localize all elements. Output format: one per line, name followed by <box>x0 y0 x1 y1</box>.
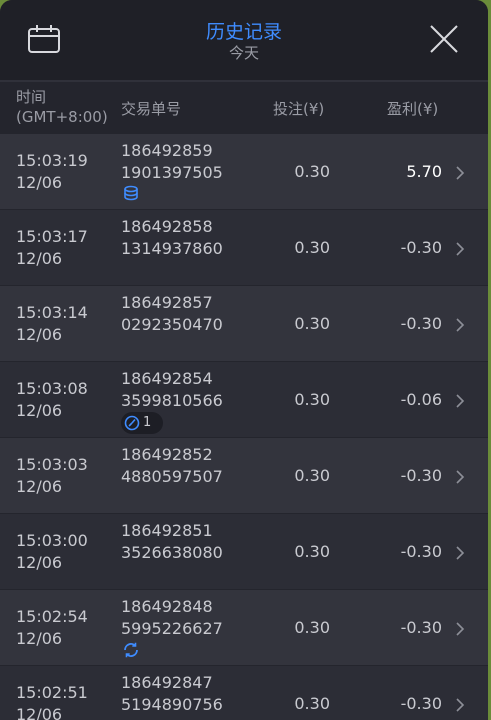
chevron-right-icon <box>456 394 465 408</box>
row-time-value: 15:03:00 <box>16 531 88 550</box>
gauge-icon <box>124 415 140 431</box>
badge-count: 1 <box>143 415 152 430</box>
row-order-id: 186492857 <box>121 293 213 312</box>
chevron-right-icon <box>456 470 465 484</box>
chevron-right-icon <box>456 546 465 560</box>
row-date-value: 12/06 <box>16 401 63 420</box>
row-order: 186492851 3526638080 <box>121 520 223 564</box>
row-time-value: 15:03:08 <box>16 379 88 398</box>
row-bet: 0.30 <box>294 694 330 713</box>
row-bet: 0.30 <box>294 466 330 485</box>
row-order-id: 186492847 <box>121 673 213 692</box>
row-order: 186492852 4880597507 <box>121 444 223 488</box>
page-title: 历史记录 <box>205 21 282 43</box>
row-order-sub: 3599810566 <box>121 391 223 410</box>
row-order: 186492857 0292350470 <box>121 292 223 336</box>
row-date-value: 12/06 <box>16 553 63 572</box>
row-time: 15:03:00 12/06 <box>16 530 88 574</box>
history-panel: 历史记录 今天 时间 (GMT+8:00) 交易单号 投注(¥) 盈利(¥) 1… <box>0 0 488 720</box>
chevron-right-icon <box>456 242 465 256</box>
row-date-value: 12/06 <box>16 249 63 268</box>
chevron-right-icon <box>456 698 465 712</box>
row-date-value: 12/06 <box>16 705 63 720</box>
row-date-value: 12/06 <box>16 325 63 344</box>
row-time: 15:03:03 12/06 <box>16 454 88 498</box>
header: 历史记录 今天 <box>0 0 488 80</box>
history-row[interactable]: 15:03:00 12/06 186492851 3526638080 0.30… <box>0 514 488 590</box>
row-order: 186492854 3599810566 <box>121 368 223 412</box>
row-bet: 0.30 <box>294 542 330 561</box>
row-time-value: 15:03:17 <box>16 227 88 246</box>
row-time-value: 15:03:19 <box>16 151 88 170</box>
row-bet: 0.30 <box>294 618 330 637</box>
row-profit: -0.30 <box>400 694 442 713</box>
row-time-value: 15:02:51 <box>16 683 88 702</box>
chevron-right-icon <box>456 622 465 636</box>
row-order-sub: 0292350470 <box>121 315 223 334</box>
row-bet: 0.30 <box>294 314 330 333</box>
column-time-zone: (GMT+8:00) <box>16 108 108 126</box>
column-order: 交易单号 <box>121 100 182 118</box>
row-order-id: 186492859 <box>121 141 213 160</box>
history-row[interactable]: 15:02:51 12/06 186492847 5194890756 0.30… <box>0 666 488 720</box>
chevron-right-icon <box>456 166 465 180</box>
column-profit: 盈利(¥) <box>387 100 439 118</box>
history-row[interactable]: 15:02:54 12/06 186492848 5995226627 0.30… <box>0 590 488 666</box>
row-order: 186492847 5194890756 <box>121 672 223 716</box>
history-list: 15:03:19 12/06 186492859 1901397505 0.30… <box>0 134 488 720</box>
row-time: 15:03:17 12/06 <box>16 226 88 270</box>
row-order-sub: 1314937860 <box>121 239 223 258</box>
row-order-sub: 3526638080 <box>121 543 223 562</box>
row-time-value: 15:03:03 <box>16 455 88 474</box>
row-order-sub: 4880597507 <box>121 467 223 486</box>
row-date-value: 12/06 <box>16 629 63 648</box>
history-row[interactable]: 15:03:14 12/06 186492857 0292350470 0.30… <box>0 286 488 362</box>
row-profit: 5.70 <box>406 162 442 181</box>
column-time-label: 时间 <box>16 88 47 106</box>
row-bet: 0.30 <box>294 238 330 257</box>
row-time-value: 15:02:54 <box>16 607 88 626</box>
row-order: 186492858 1314937860 <box>121 216 223 260</box>
feature-badge: 1 <box>121 412 163 434</box>
row-order-id: 186492858 <box>121 217 213 236</box>
refresh-icon <box>124 642 138 658</box>
history-row[interactable]: 15:03:19 12/06 186492859 1901397505 0.30… <box>0 134 488 210</box>
row-date-value: 12/06 <box>16 477 63 496</box>
chevron-right-icon <box>456 318 465 332</box>
column-time: 时间 (GMT+8:00) <box>16 87 126 127</box>
history-row[interactable]: 15:03:08 12/06 186492854 3599810566 1 0.… <box>0 362 488 438</box>
column-bet: 投注(¥) <box>273 100 325 118</box>
row-order-id: 186492851 <box>121 521 213 540</box>
coins-icon <box>124 185 138 201</box>
row-order-sub: 1901397505 <box>121 163 223 182</box>
close-icon[interactable] <box>429 24 459 54</box>
row-time: 15:03:08 12/06 <box>16 378 88 422</box>
row-time: 15:03:19 12/06 <box>16 150 88 194</box>
column-header: 时间 (GMT+8:00) 交易单号 投注(¥) 盈利(¥) <box>0 80 488 134</box>
row-profit: -0.30 <box>400 466 442 485</box>
history-row[interactable]: 15:03:03 12/06 186492852 4880597507 0.30… <box>0 438 488 514</box>
row-order: 186492848 5995226627 <box>121 596 223 640</box>
row-time-value: 15:03:14 <box>16 303 88 322</box>
row-time: 15:03:14 12/06 <box>16 302 88 346</box>
row-order-id: 186492852 <box>121 445 213 464</box>
row-profit: -0.30 <box>400 618 442 637</box>
row-time: 15:02:51 12/06 <box>16 682 88 720</box>
history-row[interactable]: 15:03:17 12/06 186492858 1314937860 0.30… <box>0 210 488 286</box>
row-bet: 0.30 <box>294 162 330 181</box>
row-profit: -0.30 <box>400 542 442 561</box>
row-order: 186492859 1901397505 <box>121 140 223 184</box>
row-order-id: 186492854 <box>121 369 213 388</box>
row-profit: -0.30 <box>400 314 442 333</box>
row-time: 15:02:54 12/06 <box>16 606 88 650</box>
page-subtitle: 今天 <box>228 44 259 62</box>
row-profit: -0.06 <box>400 390 442 409</box>
row-order-sub: 5995226627 <box>121 619 223 638</box>
row-order-sub: 5194890756 <box>121 695 223 714</box>
row-profit: -0.30 <box>400 238 442 257</box>
row-date-value: 12/06 <box>16 173 63 192</box>
row-order-id: 186492848 <box>121 597 213 616</box>
row-bet: 0.30 <box>294 390 330 409</box>
